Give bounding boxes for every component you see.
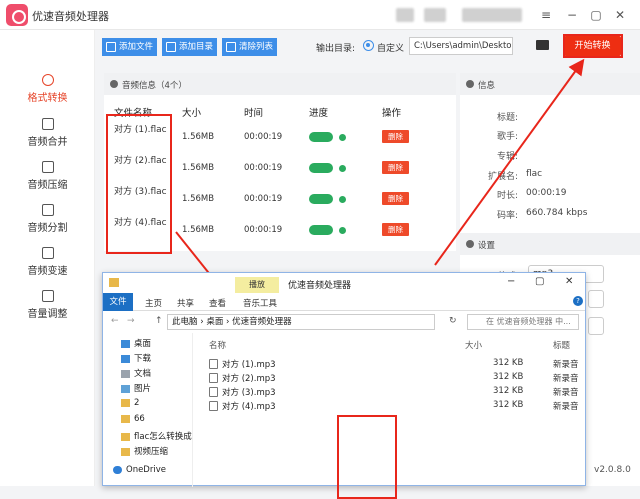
- explorer-title-bar: 优速音频处理器 − ▢ ✕: [103, 273, 585, 293]
- nav-item-folder[interactable]: 2: [121, 398, 139, 408]
- nav-item-documents[interactable]: 文档: [121, 367, 151, 379]
- file-explorer-window: 优速音频处理器 − ▢ ✕ 播放 文件 主页 共享 查看 音乐工具 ? ← → …: [102, 272, 586, 499]
- folder-icon: [109, 278, 119, 287]
- nav-label: 图片: [134, 384, 152, 394]
- desktop-icon: [121, 339, 130, 348]
- tab-music-tools[interactable]: 音乐工具: [243, 297, 277, 309]
- column-header-size[interactable]: 大小: [465, 339, 482, 351]
- nav-label: OneDrive: [126, 465, 166, 475]
- nav-item-pictures[interactable]: 图片: [121, 382, 151, 394]
- nav-item-downloads[interactable]: 下载: [121, 352, 151, 364]
- list-item[interactable]: 对方 (2).mp3 312 KB 新录音: [205, 371, 585, 385]
- cloud-icon: [113, 465, 122, 474]
- folder-icon: [121, 432, 130, 441]
- nav-label: 桌面: [134, 339, 152, 349]
- file-size: 312 KB: [493, 372, 524, 382]
- column-header-title[interactable]: 标题: [553, 339, 570, 351]
- annotation-arrow: [434, 58, 585, 266]
- audio-file-icon: [209, 373, 218, 383]
- folder-icon: [121, 414, 130, 423]
- tab-file[interactable]: 文件: [103, 293, 133, 311]
- picture-icon: [121, 384, 130, 393]
- file-name: 对方 (4).mp3: [222, 402, 276, 412]
- file-name: 对方 (2).mp3: [222, 374, 276, 384]
- file-title: 新录音: [553, 388, 579, 398]
- nav-label: 视频压缩: [134, 447, 169, 457]
- maximize-icon[interactable]: ▢: [535, 276, 544, 287]
- file-size: 312 KB: [493, 400, 524, 410]
- file-title: 新录音: [553, 360, 579, 370]
- column-header-name[interactable]: 名称: [209, 339, 226, 351]
- back-icon[interactable]: ←: [111, 316, 119, 326]
- nav-item-onedrive[interactable]: OneDrive: [113, 465, 166, 475]
- audio-file-icon: [209, 359, 218, 369]
- version-label: v2.0.8.0: [594, 465, 631, 475]
- audio-file-icon: [209, 387, 218, 397]
- explorer-nav-pane: 桌面 下载 文档 图片 2 66 flac怎么转换成 视频压缩 OneDrive: [103, 333, 193, 487]
- nav-label: 文档: [134, 369, 152, 379]
- address-bar[interactable]: 此电脑 › 桌面 › 优速音频处理器: [167, 314, 435, 330]
- tab-share[interactable]: 共享: [177, 297, 194, 309]
- minimize-icon[interactable]: −: [507, 276, 515, 287]
- nav-item-folder[interactable]: flac怎么转换成: [121, 430, 192, 442]
- file-title: 新录音: [553, 402, 579, 412]
- list-item[interactable]: 对方 (3).mp3 312 KB 新录音: [205, 385, 585, 399]
- document-icon: [121, 369, 130, 378]
- breadcrumb-item[interactable]: 此电脑: [172, 317, 198, 327]
- folder-icon: [121, 398, 130, 407]
- explorer-title: 优速音频处理器: [288, 281, 352, 291]
- help-icon[interactable]: ?: [573, 296, 583, 306]
- tab-view[interactable]: 查看: [209, 297, 226, 309]
- close-icon[interactable]: ✕: [565, 276, 573, 287]
- nav-label: 66: [134, 414, 145, 424]
- download-icon: [121, 354, 130, 363]
- up-icon[interactable]: ↑: [155, 316, 163, 326]
- explorer-ribbon: 文件 主页 共享 查看 音乐工具 ?: [103, 293, 585, 311]
- nav-item-folder[interactable]: 66: [121, 414, 145, 424]
- forward-icon[interactable]: →: [127, 316, 135, 326]
- audio-file-icon: [209, 401, 218, 411]
- explorer-address-row: ← → ↑ 此电脑 › 桌面 › 优速音频处理器 ↻ 在 优速音频处理器 中..…: [103, 311, 585, 333]
- file-name: 对方 (3).mp3: [222, 388, 276, 398]
- nav-item-folder[interactable]: 视频压缩: [121, 445, 168, 457]
- list-item[interactable]: 对方 (1).mp3 312 KB 新录音: [205, 357, 585, 371]
- play-context-tab[interactable]: 播放: [235, 277, 279, 293]
- folder-icon: [121, 447, 130, 456]
- file-size: 312 KB: [493, 358, 524, 368]
- annotation-box-output: [337, 415, 397, 499]
- nav-label: flac怎么转换成: [134, 432, 192, 442]
- breadcrumb-item[interactable]: 优速音频处理器: [232, 317, 292, 327]
- file-title: 新录音: [553, 374, 579, 384]
- tab-home[interactable]: 主页: [145, 297, 162, 309]
- explorer-file-list: 名称 大小 标题 对方 (1).mp3 312 KB 新录音 对方 (2).mp…: [195, 333, 585, 499]
- refresh-icon[interactable]: ↻: [449, 316, 457, 326]
- search-placeholder: 在 优速音频处理器 中...: [486, 317, 571, 326]
- nav-label: 2: [134, 398, 140, 408]
- nav-label: 下载: [134, 354, 152, 364]
- search-input[interactable]: 在 优速音频处理器 中...: [467, 314, 579, 330]
- file-size: 312 KB: [493, 386, 524, 396]
- list-item[interactable]: 对方 (4).mp3 312 KB 新录音: [205, 399, 585, 413]
- breadcrumb-item[interactable]: 桌面: [206, 317, 223, 327]
- file-name: 对方 (1).mp3: [222, 360, 276, 370]
- nav-item-desktop[interactable]: 桌面: [121, 337, 151, 349]
